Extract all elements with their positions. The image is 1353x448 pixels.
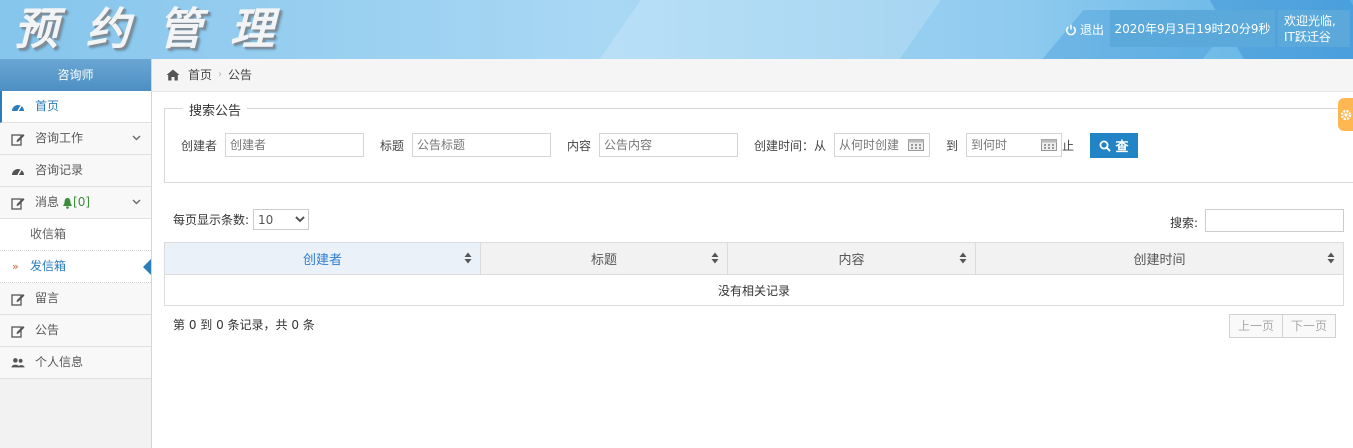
search-panel-title: 搜索公告 <box>183 100 248 119</box>
home-icon <box>166 69 180 81</box>
sidebar-item-label: 个人信息 <box>35 355 84 369</box>
edit-icon <box>10 292 26 306</box>
calendar-icon[interactable] <box>1041 139 1057 151</box>
calendar-icon[interactable] <box>908 139 924 151</box>
notice-table: 创建者 标题 内容 创建时间 没有相关记录 <box>164 242 1344 306</box>
chevron-down-icon <box>132 187 141 218</box>
sidebar-subitem-label: 收信箱 <box>30 227 67 241</box>
app-logo-title: 预约管理 <box>14 4 302 55</box>
edit-icon <box>10 196 26 210</box>
search-icon <box>1099 140 1112 152</box>
sidebar-item-label: 留言 <box>35 291 60 305</box>
end-label: 止 <box>1062 139 1075 153</box>
sort-icon <box>464 252 472 264</box>
current-datetime: 2020年9月3日19时20分9秒 <box>1110 10 1275 47</box>
sidebar: 咨询师 首页 咨询工作 咨询记录 消息 [0] 收信箱 » 发信箱 留言 公告 … <box>0 59 152 448</box>
logout-label: 退出 <box>1080 23 1105 37</box>
search-button-label: 查 <box>1115 140 1129 155</box>
table-row: 没有相关记录 <box>164 274 1344 306</box>
sidebar-item-consult-records[interactable]: 咨询记录 <box>0 155 151 187</box>
prev-page-button[interactable]: 上一页 <box>1229 314 1284 338</box>
empty-table-message: 没有相关记录 <box>164 274 1344 306</box>
edit-icon <box>10 324 26 338</box>
sort-icon <box>1327 252 1335 264</box>
next-page-button[interactable]: 下一页 <box>1283 314 1337 338</box>
page-size-select[interactable]: 10 <box>253 209 310 230</box>
sidebar-item-profile[interactable]: 个人信息 <box>0 347 151 379</box>
users-icon <box>10 356 26 370</box>
search-button[interactable]: 查 <box>1090 133 1138 158</box>
sort-icon <box>959 252 967 264</box>
user-welcome[interactable]: 欢迎光临, IT跃迁谷 <box>1278 10 1350 47</box>
settings-toggle[interactable] <box>1338 98 1353 131</box>
content-input[interactable] <box>599 133 738 157</box>
username: IT跃迁谷 <box>1284 29 1331 44</box>
sidebar-item-label: 咨询记录 <box>35 163 84 177</box>
sidebar-item-notice[interactable]: 公告 <box>0 315 151 347</box>
title-label: 标题 <box>380 139 405 153</box>
sidebar-item-home[interactable]: 首页 <box>0 91 151 123</box>
top-header: 预约管理 退出 2020年9月3日19时20分9秒 欢迎光临, IT跃迁谷 <box>0 0 1353 59</box>
breadcrumb-separator-icon: › <box>218 69 223 80</box>
column-header-title[interactable]: 标题 <box>480 242 728 275</box>
sidebar-item-label: 消息 <box>35 195 60 209</box>
sidebar-item-label: 咨询工作 <box>35 131 84 145</box>
sidebar-item-messages[interactable]: 消息 [0] <box>0 187 151 219</box>
table-search-input[interactable] <box>1205 209 1344 232</box>
creator-input[interactable] <box>225 133 364 157</box>
dashboard-icon <box>10 164 26 178</box>
sidebar-item-label: 首页 <box>35 99 60 113</box>
sidebar-subitem-inbox[interactable]: 收信箱 <box>0 219 151 251</box>
sidebar-subitem-outbox[interactable]: » 发信箱 <box>0 251 151 283</box>
table-header-row: 创建者 标题 内容 创建时间 <box>164 242 1344 275</box>
chevron-down-icon <box>132 123 141 154</box>
edit-icon <box>10 132 26 146</box>
sidebar-item-label: 公告 <box>35 323 60 337</box>
bell-icon <box>62 197 73 209</box>
double-angle-right-icon: » <box>12 260 19 273</box>
breadcrumb-current: 公告 <box>228 68 253 82</box>
header-decoration <box>570 0 970 59</box>
pagination-info: 第 0 到 0 条记录，共 0 条 <box>173 318 315 332</box>
search-panel: 搜索公告 创建者 标题 内容 创建时间：从 到 止 查 <box>164 100 1353 183</box>
sidebar-subitem-label: 发信箱 <box>30 259 67 273</box>
main-content: 首页 › 公告 搜索公告 创建者 标题 内容 创建时间：从 到 止 <box>152 59 1353 448</box>
dashboard-icon <box>10 100 26 114</box>
content-label: 内容 <box>567 139 592 153</box>
to-label: 到 <box>946 139 959 153</box>
active-caret-icon <box>143 259 151 275</box>
pagination: 上一页 下一页 <box>1229 314 1337 338</box>
sidebar-item-guestbook[interactable]: 留言 <box>0 283 151 315</box>
creator-label: 创建者 <box>181 139 218 153</box>
page-size-control: 每页显示条数: 10 <box>173 209 310 230</box>
logout-button[interactable]: 退出 <box>1065 21 1104 38</box>
sidebar-role-title: 咨询师 <box>0 59 151 91</box>
sidebar-item-consult-work[interactable]: 咨询工作 <box>0 123 151 155</box>
breadcrumb-home-link[interactable]: 首页 <box>188 59 212 91</box>
column-header-create-time[interactable]: 创建时间 <box>975 242 1344 275</box>
column-header-content[interactable]: 内容 <box>727 242 976 275</box>
gear-icon <box>1340 109 1351 120</box>
power-icon <box>1066 24 1076 35</box>
breadcrumb: 首页 › 公告 <box>152 59 1353 92</box>
page-size-label: 每页显示条数: <box>173 213 250 227</box>
message-count-badge: [0] <box>73 195 91 209</box>
table-search-label: 搜索: <box>1170 216 1199 230</box>
sort-icon <box>711 252 719 264</box>
column-header-creator[interactable]: 创建者 <box>164 242 481 275</box>
welcome-text: 欢迎光临, <box>1284 13 1336 28</box>
create-time-label: 创建时间：从 <box>754 139 827 153</box>
title-input[interactable] <box>412 133 551 157</box>
